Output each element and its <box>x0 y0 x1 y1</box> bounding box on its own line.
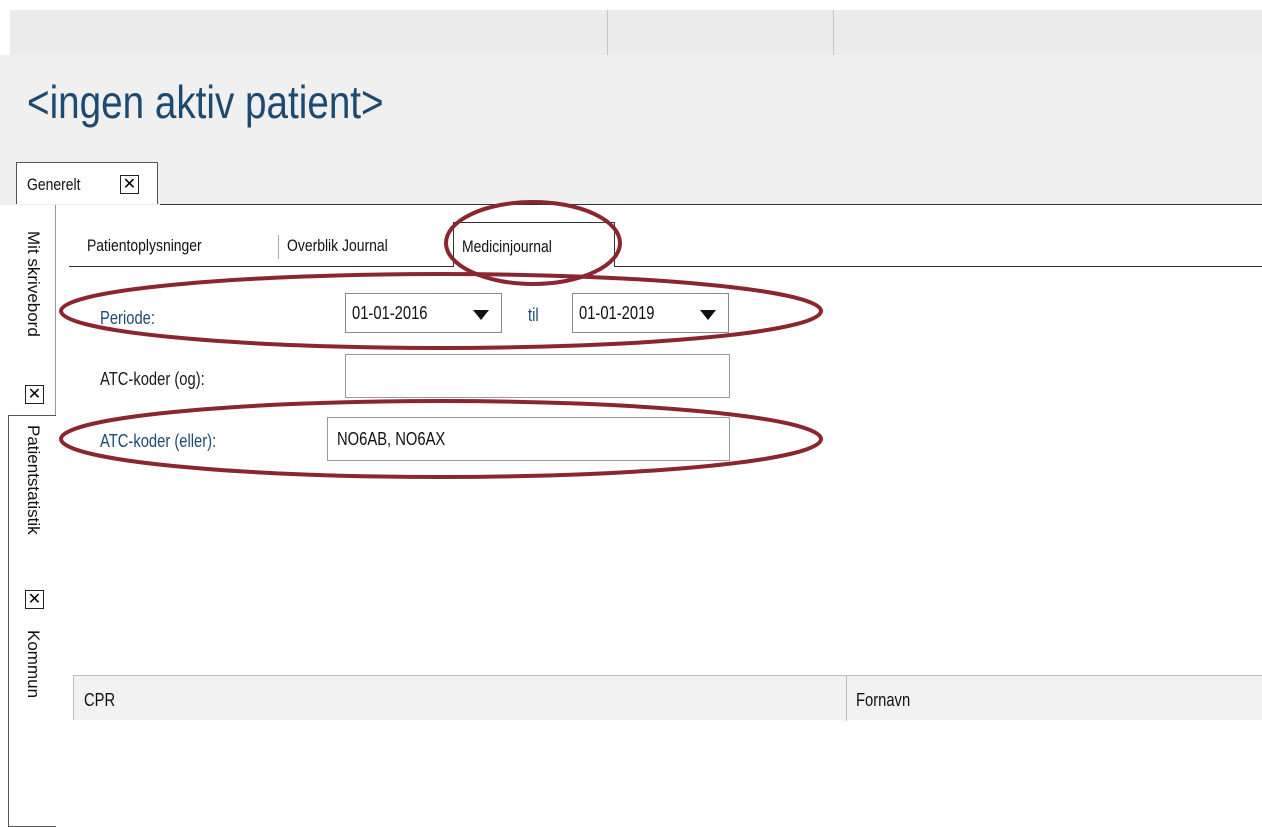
atc-og-label: ATC-koder (og): <box>100 369 205 389</box>
side-tab-kommune[interactable]: Kommun <box>23 630 43 698</box>
toolbar-separator <box>607 10 608 55</box>
close-icon[interactable]: ✕ <box>25 590 44 609</box>
til-label: til <box>528 305 539 325</box>
tab-separator <box>278 235 279 259</box>
side-tab-patientstatistik[interactable]: Patientstatistik <box>23 425 43 535</box>
column-divider <box>846 676 847 721</box>
toolbar-separator <box>833 10 834 55</box>
side-tab-bar: Mit skrivebord ✕ Patientstatistik ✕ Komm… <box>0 205 62 827</box>
tab-generelt[interactable]: Generelt ✕ <box>16 162 158 204</box>
tab-patientoplysninger[interactable]: Patientoplysninger <box>87 231 202 261</box>
from-date-dropdown[interactable]: 01-01-2016 <box>345 293 502 333</box>
inner-tab-baseline <box>69 266 1262 267</box>
close-icon[interactable]: ✕ <box>120 175 139 194</box>
tab-overblik-journal[interactable]: Overblik Journal <box>287 231 388 261</box>
atc-eller-input[interactable]: NO6AB, NO6AX <box>327 417 730 461</box>
column-header-cpr[interactable]: CPR <box>84 690 115 711</box>
to-date-value: 01-01-2019 <box>579 303 655 323</box>
tab-generelt-label: Generelt <box>27 175 81 194</box>
chevron-down-icon[interactable] <box>473 310 489 320</box>
tab-medicinjournal[interactable]: Medicinjournal <box>453 222 615 267</box>
column-header-fornavn[interactable]: Fornavn <box>856 690 910 711</box>
chevron-down-icon[interactable] <box>700 310 716 320</box>
top-toolbar <box>0 0 1262 55</box>
toolbar-strip <box>10 10 1262 55</box>
from-date-value: 01-01-2016 <box>352 303 428 323</box>
periode-label: Periode: <box>100 308 155 328</box>
patient-header: <ingen aktiv patient> <box>0 55 1262 153</box>
results-table-header: CPR Fornavn <box>73 675 1262 721</box>
side-tab-mit-skrivebord[interactable]: Mit skrivebord <box>23 231 43 337</box>
atc-eller-label: ATC-koder (eller): <box>100 431 217 451</box>
close-icon[interactable]: ✕ <box>25 385 44 404</box>
outer-tab-bar: Generelt ✕ <box>0 153 1262 205</box>
main-content: Patientoplysninger Overblik Journal Medi… <box>63 205 1262 721</box>
atc-eller-value: NO6AB, NO6AX <box>337 429 446 449</box>
atc-og-input[interactable] <box>345 354 730 398</box>
page-title: <ingen aktiv patient> <box>27 76 384 128</box>
tab-medicinjournal-label: Medicinjournal <box>462 237 552 256</box>
inner-tab-bar: Patientoplysninger Overblik Journal Medi… <box>63 205 1262 267</box>
to-date-dropdown[interactable]: 01-01-2019 <box>572 293 729 333</box>
